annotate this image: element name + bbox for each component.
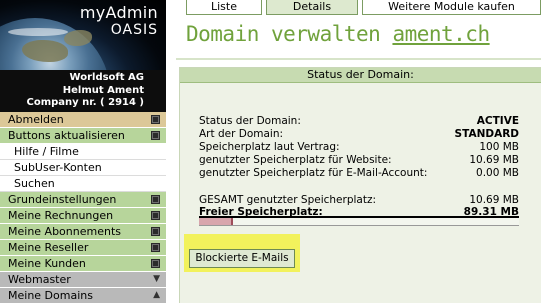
email-storage-row: genutzter Speicherplatz für E-Mail-Accou… [199, 167, 519, 180]
sidebar-item-meine-reseller[interactable]: Meine Reseller [0, 240, 166, 256]
company-contact: Helmut Ament [62, 84, 144, 96]
company-number: Company nr. ( 2914 ) [26, 97, 145, 108]
sidebar-item-abmelden[interactable]: Abmelden [0, 112, 166, 128]
domain-type-label: Art der Domain: [199, 128, 284, 140]
logo-text-myadmin: myAdmin [79, 3, 158, 22]
contract-storage-label: Speicherplatz laut Vertrag: [199, 141, 340, 153]
sidebar-item-label: Meine Abonnements [8, 225, 121, 238]
panel-heading: Status der Domain: [180, 68, 541, 83]
sidebar-item-label: Abmelden [8, 113, 64, 126]
square-bullet-icon [151, 259, 160, 268]
website-storage-label: genutzter Speicherplatz für Website: [199, 154, 392, 166]
sidebar-item-hilfe-filme[interactable]: Hilfe / Filme [0, 144, 166, 160]
tab-liste[interactable]: Liste [186, 0, 262, 15]
domain-link[interactable]: ament.ch [392, 22, 490, 46]
sidebar-menu: Abmelden Buttons aktualisieren Hilfe / F… [0, 112, 166, 303]
sidebar-item-label: Meine Rechnungen [8, 209, 114, 222]
domain-type-row: Art der Domain: STANDARD [199, 128, 519, 141]
page-title: Domain verwalten ament.ch [186, 22, 490, 46]
sidebar-item-label: Grundeinstellungen [8, 193, 117, 206]
website-storage-value: 10.69 MB [469, 154, 519, 166]
sidebar-item-label: SubUser-Konten [14, 161, 102, 174]
domain-type-value: STANDARD [454, 128, 519, 140]
company-info: Worldsoft AG Helmut Ament Company nr. ( … [0, 70, 166, 112]
square-bullet-icon [151, 227, 160, 236]
tab-details[interactable]: Details [266, 0, 358, 15]
chevron-up-icon: ▲ [153, 290, 160, 300]
sidebar-item-label: Buttons aktualisieren [8, 129, 125, 142]
sidebar-item-label: Meine Kunden [8, 257, 86, 270]
title-divider [176, 58, 541, 60]
email-storage-label: genutzter Speicherplatz für E-Mail-Accou… [199, 167, 428, 179]
sidebar-item-suchen[interactable]: Suchen [0, 176, 166, 192]
blocked-emails-button[interactable]: Blockierte E-Mails [189, 249, 295, 268]
contract-storage-value: 100 MB [479, 141, 519, 153]
sidebar-item-label: Webmaster [8, 273, 71, 286]
sidebar-item-label: Meine Domains [8, 289, 93, 302]
email-storage-value: 0.00 MB [476, 167, 519, 179]
square-bullet-icon [151, 195, 160, 204]
square-bullet-icon [151, 131, 160, 140]
storage-usage-bar [199, 216, 519, 226]
tab-weitere-module-kaufen[interactable]: Weitere Module kaufen [362, 0, 541, 15]
sidebar-item-grundeinstellungen[interactable]: Grundeinstellungen [0, 192, 166, 208]
square-bullet-icon [151, 211, 160, 220]
sidebar-item-subuser-konten[interactable]: SubUser-Konten [0, 160, 166, 176]
status-label: Status der Domain: [199, 115, 301, 127]
sidebar-item-label: Hilfe / Filme [14, 145, 79, 158]
company-name: Worldsoft AG [69, 72, 144, 83]
sidebar-item-meine-domains[interactable]: Meine Domains ▲ [0, 288, 166, 303]
storage-usage-fill [199, 218, 234, 225]
tab-bar: Liste Details Weitere Module kaufen [186, 0, 541, 15]
sidebar-item-buttons-aktualisieren[interactable]: Buttons aktualisieren [0, 128, 166, 144]
sidebar-item-label: Suchen [14, 177, 55, 190]
status-value: ACTIVE [476, 115, 519, 127]
page-title-prefix: Domain verwalten [186, 22, 381, 46]
myadmin-oasis-logo: myAdmin OASIS [0, 0, 166, 70]
sidebar: myAdmin OASIS Worldsoft AG Helmut Ament … [0, 0, 166, 303]
status-row: Status der Domain: ACTIVE [199, 115, 519, 128]
chevron-down-icon: ▼ [153, 274, 160, 284]
sidebar-item-meine-rechnungen[interactable]: Meine Rechnungen [0, 208, 166, 224]
contract-storage-row: Speicherplatz laut Vertrag: 100 MB [199, 141, 519, 154]
sidebar-item-meine-abonnements[interactable]: Meine Abonnements [0, 224, 166, 240]
website-storage-row: genutzter Speicherplatz für Website: 10.… [199, 154, 519, 167]
logo-text-oasis: OASIS [110, 22, 158, 38]
sidebar-item-label: Meine Reseller [8, 241, 89, 254]
sidebar-item-meine-kunden[interactable]: Meine Kunden [0, 256, 166, 272]
square-bullet-icon [151, 243, 160, 252]
sidebar-item-webmaster[interactable]: Webmaster ▼ [0, 272, 166, 288]
square-bullet-icon [151, 115, 160, 124]
